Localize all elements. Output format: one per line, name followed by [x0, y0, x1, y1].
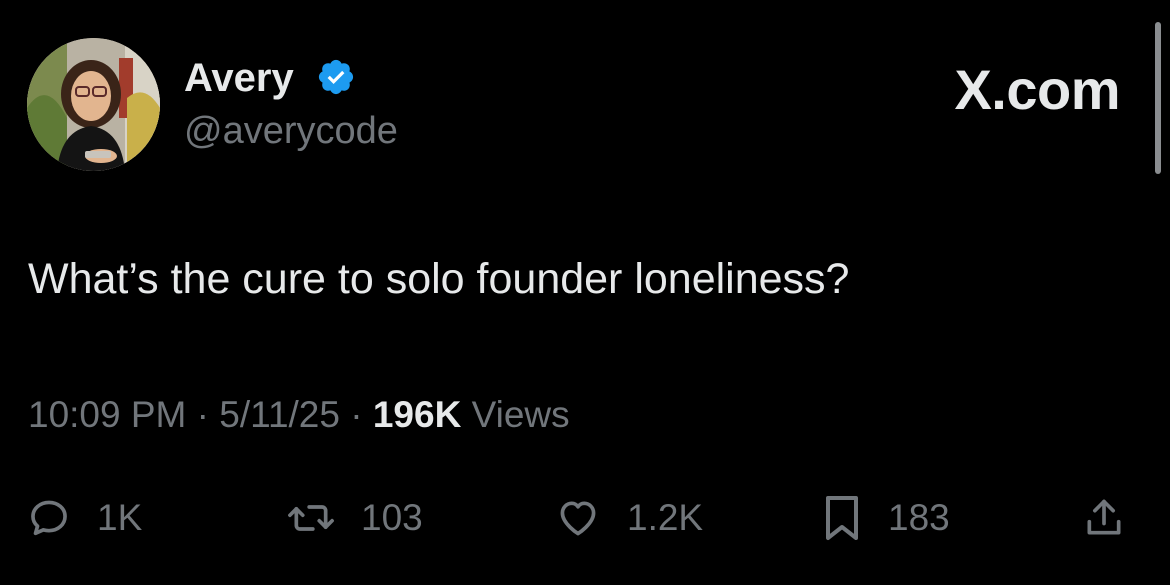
author-handle[interactable]: @averycode — [184, 109, 398, 153]
share-upload-icon — [1087, 499, 1121, 535]
repost-arrows-icon — [288, 505, 334, 531]
avatar[interactable] — [27, 38, 160, 171]
repost-count: 103 — [361, 497, 423, 538]
share-button[interactable] — [1082, 488, 1126, 548]
like-button[interactable]: 1.2K — [555, 488, 703, 548]
bookmark-icon — [826, 496, 858, 540]
avatar-photo — [27, 38, 160, 171]
bookmark-count: 183 — [888, 497, 950, 538]
tweet-meta: 10:09 PM · 5/11/25 · 196K Views — [28, 393, 570, 437]
meta-separator: · — [350, 394, 373, 435]
tweet-text: What’s the cure to solo founder loneline… — [28, 255, 850, 303]
views-label: Views — [471, 394, 570, 435]
action-bar: 1K 103 1.2K 183 — [0, 488, 1170, 548]
tweet-date[interactable]: 5/11/25 — [219, 394, 340, 435]
tweet-screenshot: Avery @averycode X.com What’s the cure t… — [0, 0, 1170, 585]
reply-count: 1K — [97, 497, 143, 538]
scrollbar[interactable] — [1155, 22, 1161, 174]
meta-separator: · — [196, 394, 220, 435]
views-count: 196K — [372, 394, 462, 435]
verified-badge-icon — [318, 59, 354, 95]
heart-icon — [560, 501, 596, 536]
repost-button[interactable]: 103 — [287, 488, 423, 548]
author-display-name[interactable]: Avery — [184, 55, 294, 101]
speech-bubble-icon — [31, 500, 67, 536]
bookmark-button[interactable]: 183 — [822, 488, 950, 548]
tweet-time[interactable]: 10:09 PM — [28, 394, 186, 435]
like-count: 1.2K — [627, 497, 704, 538]
site-label: X.com — [954, 58, 1120, 121]
reply-button[interactable]: 1K — [27, 488, 142, 548]
